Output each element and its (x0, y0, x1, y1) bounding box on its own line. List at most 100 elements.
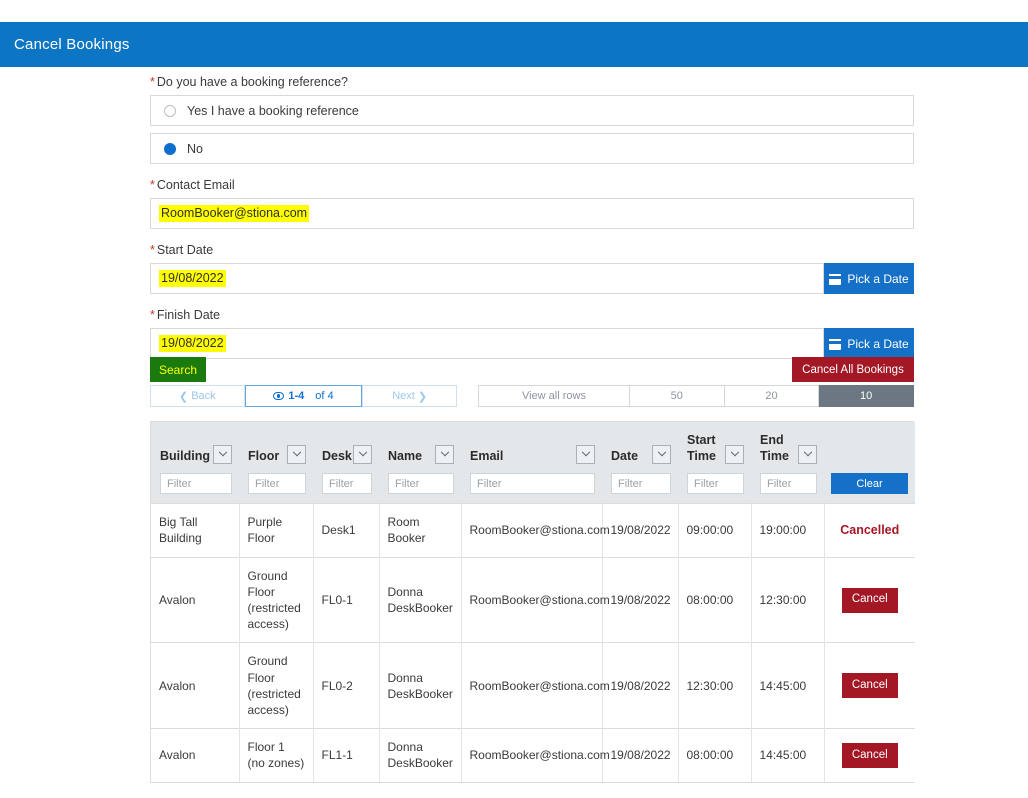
calendar-icon (829, 338, 842, 350)
finish-date-value: 19/08/2022 (159, 334, 226, 353)
radio-option-no[interactable]: No (150, 133, 914, 164)
contact-email-label-text: Contact Email (156, 178, 235, 192)
pagination-count-label: 1-4 (288, 390, 305, 402)
cancel-all-bookings-button[interactable]: Cancel All Bookings (792, 357, 914, 382)
chevron-down-icon-start-time[interactable] (725, 445, 744, 465)
rows-option-view-all[interactable]: View all rows (478, 385, 630, 407)
cell-date: 19/08/2022 (602, 642, 679, 729)
radio-icon-no[interactable] (164, 142, 176, 155)
cell-floor: Ground Floor (restricted access) (239, 642, 314, 729)
cell-name: Donna DeskBooker (379, 642, 462, 729)
filter-input-desk[interactable]: Filter (322, 473, 372, 495)
start-date-pick-button[interactable]: Pick a Date (824, 263, 914, 294)
column-header-start-time-label: Start Time (687, 433, 716, 463)
table-row: Avalon Ground Floor (restricted access) … (151, 556, 915, 643)
filter-cell-name: Filter (379, 472, 461, 504)
cell-floor: Ground Floor (restricted access) (239, 556, 314, 643)
finish-date-input[interactable]: 19/08/2022 (150, 328, 824, 359)
required-marker: * (150, 308, 155, 322)
pagination-back-label: Back (191, 390, 216, 402)
cell-start-time: 08:00:00 (678, 728, 752, 783)
search-button[interactable]: Search (150, 357, 206, 382)
cancel-booking-button[interactable]: Cancel (841, 742, 898, 768)
cell-start-time: 08:00:00 (678, 556, 752, 643)
filter-input-end-time[interactable]: Filter (760, 473, 817, 495)
cell-action: Cancel (824, 728, 915, 783)
filter-input-email[interactable]: Filter (470, 473, 595, 495)
chevron-down-icon-desk[interactable] (353, 445, 372, 465)
start-date-label-text: Start Date (156, 243, 214, 257)
cell-date: 19/08/2022 (602, 503, 679, 558)
column-header-floor-label: Floor (248, 448, 280, 463)
rows-option-10[interactable]: 10 (819, 385, 915, 407)
rows-option-20[interactable]: 20 (724, 385, 820, 407)
cell-desk: FL0-1 (313, 556, 380, 643)
table-row: Avalon Ground Floor (restricted access) … (151, 642, 915, 729)
column-header-email: Email (461, 422, 602, 473)
filter-cell-email: Filter (461, 472, 602, 504)
filter-cell-date: Filter (602, 472, 678, 504)
booking-reference-label: * Do you have a booking reference? (150, 75, 914, 89)
column-header-floor: Floor (239, 422, 313, 473)
filter-input-date[interactable]: Filter (611, 473, 671, 495)
chevron-down-icon-building[interactable] (213, 445, 232, 465)
filter-input-name[interactable]: Filter (388, 473, 454, 495)
pagination-back-button[interactable]: ❮ Back (150, 385, 245, 407)
app-header: Cancel Bookings (0, 22, 1028, 67)
radio-option-yes[interactable]: Yes I have a booking reference (150, 95, 914, 126)
cell-building: Avalon (151, 556, 240, 643)
cell-action: Cancelled (824, 503, 915, 558)
chevron-down-icon-floor[interactable] (287, 445, 306, 465)
column-header-end-time-label: End Time (760, 433, 789, 463)
contact-email-value: RoomBooker@stiona.com (159, 204, 310, 223)
start-date-pick-label: Pick a Date (847, 271, 909, 286)
cell-action: Cancel (824, 556, 915, 643)
chevron-down-icon-email[interactable] (576, 445, 595, 465)
chevron-down-icon-end-time[interactable] (798, 445, 817, 465)
chevron-down-icon-date[interactable] (652, 445, 671, 465)
cell-start-time: 09:00:00 (678, 503, 752, 558)
filter-cell-desk: Filter (313, 472, 379, 504)
filter-input-building[interactable]: Filter (160, 473, 232, 495)
bookings-table-container: Building Floor Desk Name Email Date Star… (150, 421, 915, 783)
cell-building: Avalon (151, 642, 240, 729)
pagination-count[interactable]: 1-4 of 4 (244, 385, 363, 407)
chevron-down-icon-name[interactable] (435, 445, 454, 465)
cell-end-time: 14:45:00 (751, 642, 825, 729)
pagination-next-button[interactable]: Next ❯ (362, 385, 457, 407)
filter-cell-building: Filter (151, 472, 239, 504)
clear-filters-button[interactable]: Clear (831, 473, 908, 495)
bookings-table: Building Floor Desk Name Email Date Star… (151, 422, 915, 783)
rows-option-50[interactable]: 50 (629, 385, 725, 407)
contact-email-label: * Contact Email (150, 178, 914, 192)
cell-start-time: 12:30:00 (678, 642, 752, 729)
filter-input-floor[interactable]: Filter (248, 473, 306, 495)
cancel-booking-button[interactable]: Cancel (841, 587, 898, 613)
cell-name: Donna DeskBooker (379, 556, 462, 643)
cell-end-time: 14:45:00 (751, 728, 825, 783)
cell-floor: Floor 1 (no zones) (239, 728, 314, 783)
contact-email-input[interactable]: RoomBooker@stiona.com (150, 198, 914, 229)
required-marker: * (150, 75, 155, 89)
column-header-name: Name (379, 422, 461, 473)
cancel-booking-button[interactable]: Cancel (841, 673, 898, 699)
cell-email: RoomBooker@stiona.com (461, 642, 610, 729)
rows-per-page-selector: View all rows 50 20 10 (478, 385, 915, 407)
finish-date-pick-button[interactable]: Pick a Date (824, 328, 914, 359)
filter-input-start-time[interactable]: Filter (687, 473, 744, 495)
column-header-date: Date (602, 422, 678, 473)
finish-date-row: 19/08/2022 Pick a Date (150, 328, 914, 359)
column-header-building-label: Building (160, 448, 210, 463)
column-header-desk: Desk (313, 422, 379, 473)
eye-icon (273, 392, 285, 400)
radio-icon-yes[interactable] (164, 104, 176, 117)
status-badge-cancelled: Cancelled (840, 523, 900, 537)
start-date-row: 19/08/2022 Pick a Date (150, 263, 914, 294)
start-date-input[interactable]: 19/08/2022 (150, 263, 824, 294)
booking-reference-label-text: Do you have a booking reference? (156, 75, 348, 89)
radio-option-no-label: No (187, 141, 203, 156)
contact-email-row: RoomBooker@stiona.com (150, 198, 914, 229)
cell-floor: Purple Floor (239, 503, 314, 558)
pagination-count-suffix: of 4 (315, 390, 334, 402)
cell-building: Avalon (151, 728, 240, 783)
